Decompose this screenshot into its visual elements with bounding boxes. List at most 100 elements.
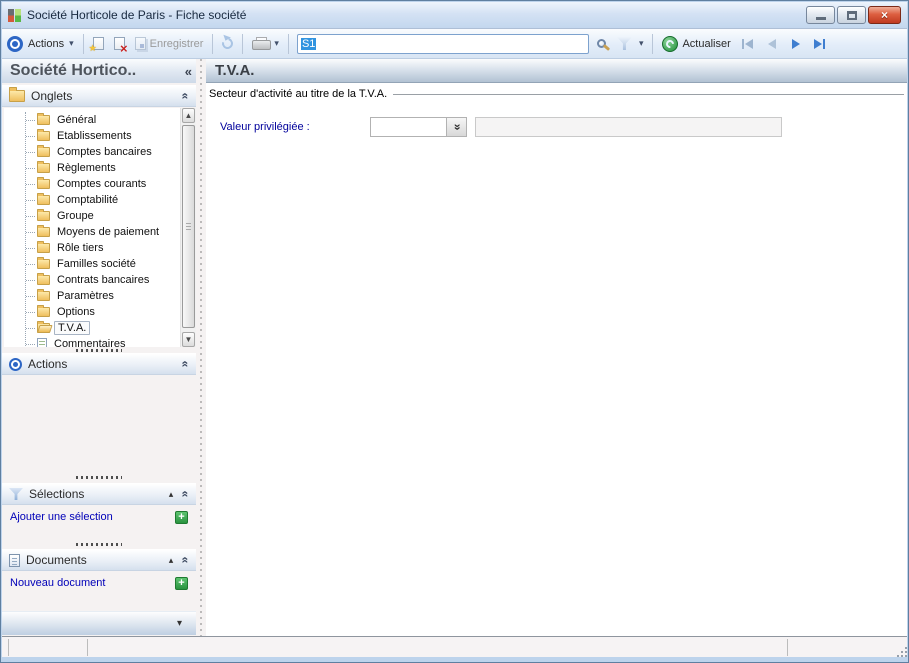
- sidebar-collapse-button[interactable]: «: [185, 64, 192, 79]
- next-record-button[interactable]: [784, 34, 808, 54]
- toolbar-separator: [652, 34, 653, 54]
- collapse-up-icon[interactable]: ▴: [169, 489, 174, 500]
- chevron-down-icon: ▾: [639, 38, 644, 49]
- tree-item[interactable]: Groupe: [18, 208, 196, 224]
- tree-item[interactable]: Familles société: [18, 256, 196, 272]
- search-input[interactable]: S1: [297, 34, 589, 54]
- folder-icon: [37, 291, 50, 301]
- panel-header-selections[interactable]: Sélections ▴ «: [2, 483, 196, 505]
- tree-item[interactable]: Règlements: [18, 160, 196, 176]
- folder-open-icon: [37, 323, 50, 333]
- first-record-icon: [742, 39, 744, 49]
- note-icon: [37, 338, 47, 347]
- tree-item[interactable]: Contrats bancaires: [18, 272, 196, 288]
- tree-item[interactable]: Rôle tiers: [18, 240, 196, 256]
- previous-record-button[interactable]: [760, 34, 784, 54]
- folder-icon: [37, 179, 50, 189]
- chevron-down-icon: ▾: [69, 38, 74, 49]
- panel-header-actions[interactable]: Actions «: [2, 353, 196, 375]
- save-icon: [135, 37, 146, 50]
- collapse-chevron-icon[interactable]: «: [179, 491, 193, 498]
- documents-label: Documents: [26, 553, 87, 567]
- save-button[interactable]: Enregistrer: [130, 35, 209, 52]
- tree-item-label: Contrats bancaires: [54, 274, 152, 286]
- delete-record-button[interactable]: [109, 35, 130, 52]
- double-chevron-down-icon: «: [450, 124, 464, 131]
- tree-item[interactable]: Moyens de paiement: [18, 224, 196, 240]
- refresh-button[interactable]: Actualiser: [657, 34, 735, 54]
- sidebar-splitter[interactable]: [200, 59, 202, 636]
- toolbar: Actions ▾ Enregistrer ▾ S1 ▾: [2, 29, 907, 59]
- tree-item[interactable]: Comptabilité: [18, 192, 196, 208]
- sidebar: Société Hortico.. « Onglets « GénéralEta…: [2, 59, 198, 636]
- group-rule: [393, 94, 904, 95]
- body: Société Hortico.. « Onglets « GénéralEta…: [2, 59, 907, 636]
- new-document-plus-button[interactable]: +: [175, 577, 188, 590]
- splitter[interactable]: [2, 476, 196, 479]
- add-selection-plus-button[interactable]: +: [175, 511, 188, 524]
- resize-grip[interactable]: [901, 651, 903, 653]
- tree-item[interactable]: Commentaires: [18, 336, 196, 347]
- add-selection-row: Ajouter une sélection +: [2, 507, 196, 527]
- collapse-chevron-icon[interactable]: «: [179, 557, 193, 564]
- collapse-chevron-icon[interactable]: «: [179, 93, 193, 100]
- splitter[interactable]: [2, 349, 196, 352]
- new-document-link[interactable]: Nouveau document: [10, 577, 105, 589]
- delete-icon: [114, 37, 125, 50]
- valeur-privilegiee-combo[interactable]: «: [370, 117, 467, 137]
- tree-scrollbar[interactable]: ▲ ▼: [180, 108, 196, 347]
- actions-target-icon: [9, 358, 22, 371]
- tree-item-label: Paramètres: [54, 290, 117, 302]
- sidebar-footer[interactable]: ▾: [2, 611, 196, 635]
- add-selection-link[interactable]: Ajouter une sélection: [10, 511, 113, 523]
- scroll-down-button[interactable]: ▼: [182, 332, 195, 347]
- close-button[interactable]: ×: [868, 6, 901, 24]
- page-title: T.V.A.: [215, 62, 254, 79]
- status-cell-middle: [88, 639, 788, 656]
- onglets-label: Onglets: [31, 89, 72, 103]
- maximize-icon: [847, 11, 857, 20]
- status-bar: [2, 636, 907, 657]
- collapse-up-icon[interactable]: ▴: [169, 555, 174, 566]
- panel-header-onglets[interactable]: Onglets «: [2, 85, 196, 107]
- new-record-button[interactable]: [88, 35, 109, 52]
- maximize-button[interactable]: [837, 6, 866, 24]
- collapse-chevron-icon[interactable]: «: [179, 361, 193, 368]
- window-title: Société Horticole de Paris - Fiche socié…: [27, 8, 246, 22]
- tree-item[interactable]: Etablissements: [18, 128, 196, 144]
- print-button[interactable]: ▾: [247, 35, 284, 53]
- minimize-icon: [816, 17, 826, 20]
- tree-item[interactable]: Comptes courants: [18, 176, 196, 192]
- tree-item[interactable]: Paramètres: [18, 288, 196, 304]
- scroll-up-button[interactable]: ▲: [182, 108, 195, 123]
- valeur-privilegiee-text-field[interactable]: [475, 117, 782, 137]
- scrollbar-thumb[interactable]: [182, 125, 195, 328]
- last-record-button[interactable]: [808, 34, 832, 54]
- combo-dropdown-button[interactable]: «: [446, 118, 466, 136]
- folder-icon: [37, 195, 50, 205]
- search-icon[interactable]: [597, 39, 606, 48]
- toolbar-separator: [242, 34, 243, 54]
- printer-icon: [252, 37, 269, 51]
- actions-menu-button[interactable]: Actions ▾: [23, 36, 79, 52]
- tree-item-label: Comptes bancaires: [54, 146, 155, 158]
- tree-item[interactable]: Général: [18, 112, 196, 128]
- title-bar: Société Horticole de Paris - Fiche socié…: [2, 2, 907, 29]
- toolbar-separator: [288, 34, 289, 54]
- reload-button[interactable]: [217, 36, 238, 51]
- field-row: Valeur privilégiée : «: [206, 117, 907, 137]
- minimize-button[interactable]: [806, 6, 835, 24]
- tree-item[interactable]: T.V.A.: [18, 320, 196, 336]
- tree-item[interactable]: Comptes bancaires: [18, 144, 196, 160]
- app-icon: [8, 9, 21, 22]
- splitter[interactable]: [2, 543, 196, 546]
- tree-item-label: Moyens de paiement: [54, 226, 162, 238]
- folder-icon: [37, 227, 50, 237]
- actions-target-icon: [7, 36, 23, 52]
- first-record-button[interactable]: [736, 34, 760, 54]
- tree-item[interactable]: Options: [18, 304, 196, 320]
- tree-item-label: Familles société: [54, 258, 139, 270]
- field-label: Valeur privilégiée :: [220, 121, 370, 133]
- panel-header-documents[interactable]: Documents ▴ «: [2, 549, 196, 571]
- filter-button[interactable]: ▾: [610, 35, 649, 52]
